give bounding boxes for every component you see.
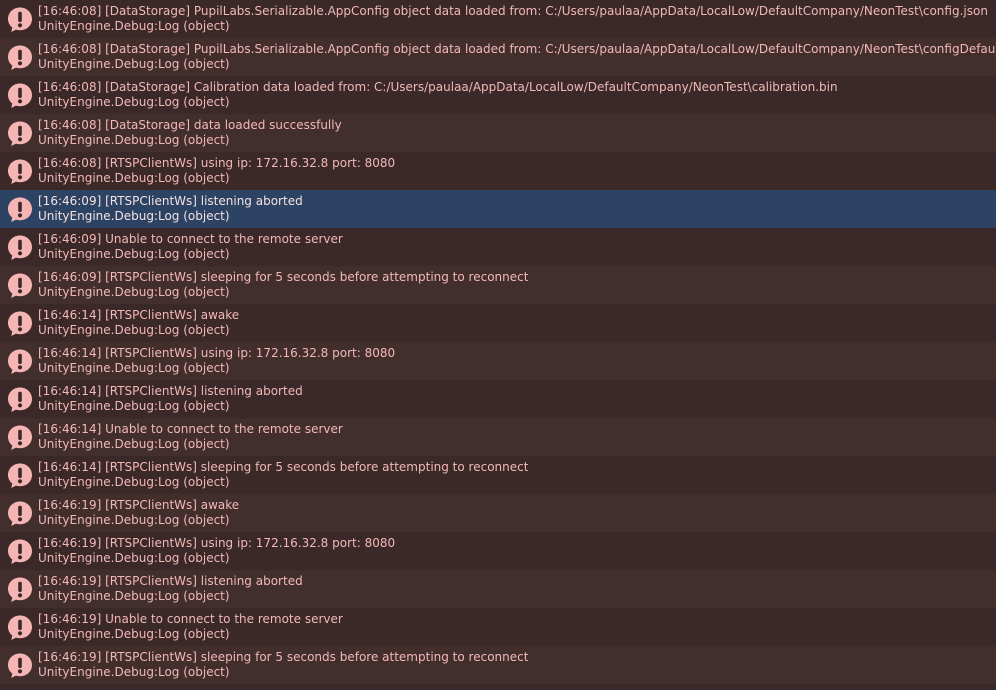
exclamation-icon xyxy=(6,613,34,641)
log-message: [16:46:14] Unable to connect to the remo… xyxy=(38,422,343,436)
console-log-list: [16:46:08] [DataStorage] PupilLabs.Seria… xyxy=(0,0,996,690)
log-entry-text: [16:46:09] [RTSPClientWs] listening abor… xyxy=(38,194,303,224)
log-source: UnityEngine.Debug:Log (object) xyxy=(38,665,230,679)
log-entry[interactable]: [16:46:19] [RTSPClientWs] listening abor… xyxy=(0,570,996,608)
exclamation-icon xyxy=(6,43,34,71)
log-entry[interactable]: [16:46:08] [DataStorage] PupilLabs.Seria… xyxy=(0,38,996,76)
log-message: [16:46:08] [DataStorage] Calibration dat… xyxy=(38,80,838,94)
log-source: UnityEngine.Debug:Log (object) xyxy=(38,285,230,299)
log-message: [16:46:14] [RTSPClientWs] awake xyxy=(38,308,240,322)
log-entry-text: [16:46:14] [RTSPClientWs] using ip: 172.… xyxy=(38,346,395,376)
log-source: UnityEngine.Debug:Log (object) xyxy=(38,513,230,527)
exclamation-icon xyxy=(6,233,34,261)
exclamation-icon xyxy=(6,5,34,33)
exclamation-icon xyxy=(6,195,34,223)
log-message: [16:46:08] [DataStorage] data loaded suc… xyxy=(38,118,342,132)
log-entry[interactable]: [16:46:14] [RTSPClientWs] using ip: 172.… xyxy=(0,342,996,380)
log-message: [16:46:08] [DataStorage] PupilLabs.Seria… xyxy=(38,42,996,56)
log-source: UnityEngine.Debug:Log (object) xyxy=(38,627,230,641)
log-message: [16:46:19] Unable to connect to the remo… xyxy=(38,612,343,626)
log-entry[interactable]: [16:46:14] [RTSPClientWs] awake UnityEng… xyxy=(0,304,996,342)
log-entry[interactable]: [16:46:08] [RTSPClientWs] using ip: 172.… xyxy=(0,152,996,190)
log-entry[interactable]: [16:46:08] [DataStorage] Calibration dat… xyxy=(0,76,996,114)
log-entry[interactable]: [16:46:08] [DataStorage] PupilLabs.Seria… xyxy=(0,0,996,38)
log-message: [16:46:09] [RTSPClientWs] sleeping for 5… xyxy=(38,270,529,284)
log-message: [16:46:08] [DataStorage] PupilLabs.Seria… xyxy=(38,4,988,18)
log-message: [16:46:14] [RTSPClientWs] using ip: 172.… xyxy=(38,346,396,360)
log-entry[interactable]: [16:46:08] [DataStorage] data loaded suc… xyxy=(0,114,996,152)
log-source: UnityEngine.Debug:Log (object) xyxy=(38,475,230,489)
log-entry-text: [16:46:19] Unable to connect to the remo… xyxy=(38,612,343,642)
log-source: UnityEngine.Debug:Log (object) xyxy=(38,247,230,261)
log-entry[interactable]: [16:46:09] [RTSPClientWs] sleeping for 5… xyxy=(0,266,996,304)
exclamation-icon xyxy=(6,423,34,451)
log-entry-text: [16:46:08] [DataStorage] Calibration dat… xyxy=(38,80,838,110)
log-entry-text: [16:46:19] [RTSPClientWs] sleeping for 5… xyxy=(38,650,528,680)
log-source: UnityEngine.Debug:Log (object) xyxy=(38,133,230,147)
log-entry[interactable]: [16:46:14] [RTSPClientWs] listening abor… xyxy=(0,380,996,418)
log-source: UnityEngine.Debug:Log (object) xyxy=(38,399,230,413)
log-entry-text: [16:46:19] [RTSPClientWs] awake UnityEng… xyxy=(38,498,239,528)
exclamation-icon xyxy=(6,537,34,565)
log-entry-text: [16:46:08] [DataStorage] PupilLabs.Seria… xyxy=(38,4,988,34)
log-message: [16:46:14] [RTSPClientWs] listening abor… xyxy=(38,384,303,398)
log-entry-text: [16:46:14] [RTSPClientWs] sleeping for 5… xyxy=(38,460,528,490)
exclamation-icon xyxy=(6,271,34,299)
log-source: UnityEngine.Debug:Log (object) xyxy=(38,361,230,375)
log-message: [16:46:19] [RTSPClientWs] using ip: 172.… xyxy=(38,536,396,550)
log-entry[interactable]: [16:46:19] Unable to connect to the remo… xyxy=(0,608,996,646)
log-source: UnityEngine.Debug:Log (object) xyxy=(38,589,230,603)
exclamation-icon xyxy=(6,651,34,679)
log-source: UnityEngine.Debug:Log (object) xyxy=(38,95,230,109)
log-message: [16:46:19] [RTSPClientWs] awake xyxy=(38,498,240,512)
exclamation-icon xyxy=(6,499,34,527)
log-entry-text: [16:46:09] [RTSPClientWs] sleeping for 5… xyxy=(38,270,528,300)
exclamation-icon xyxy=(6,461,34,489)
exclamation-icon xyxy=(6,309,34,337)
log-message: [16:46:09] Unable to connect to the remo… xyxy=(38,232,343,246)
log-entry-text: [16:46:14] [RTSPClientWs] awake UnityEng… xyxy=(38,308,239,338)
log-source: UnityEngine.Debug:Log (object) xyxy=(38,323,230,337)
log-entry-text: [16:46:14] Unable to connect to the remo… xyxy=(38,422,343,452)
exclamation-icon xyxy=(6,81,34,109)
log-message: [16:46:19] [RTSPClientWs] sleeping for 5… xyxy=(38,650,529,664)
log-message: [16:46:09] [RTSPClientWs] listening abor… xyxy=(38,194,303,208)
log-entry-text: [16:46:09] Unable to connect to the remo… xyxy=(38,232,343,262)
exclamation-icon xyxy=(6,575,34,603)
log-entry[interactable]: [16:46:19] [RTSPClientWs] using ip: 172.… xyxy=(0,532,996,570)
log-entry[interactable]: [16:46:14] [RTSPClientWs] sleeping for 5… xyxy=(0,456,996,494)
log-source: UnityEngine.Debug:Log (object) xyxy=(38,19,230,33)
log-entry[interactable]: [16:46:09] Unable to connect to the remo… xyxy=(0,228,996,266)
log-entry-text: [16:46:19] [RTSPClientWs] listening abor… xyxy=(38,574,303,604)
log-message: [16:46:19] [RTSPClientWs] listening abor… xyxy=(38,574,303,588)
log-source: UnityEngine.Debug:Log (object) xyxy=(38,57,230,71)
exclamation-icon xyxy=(6,385,34,413)
log-entry[interactable]: [16:46:14] Unable to connect to the remo… xyxy=(0,418,996,456)
log-source: UnityEngine.Debug:Log (object) xyxy=(38,209,230,223)
exclamation-icon xyxy=(6,119,34,147)
log-entry[interactable]: [16:46:19] [RTSPClientWs] awake UnityEng… xyxy=(0,494,996,532)
log-message: [16:46:14] [RTSPClientWs] sleeping for 5… xyxy=(38,460,529,474)
log-source: UnityEngine.Debug:Log (object) xyxy=(38,171,230,185)
log-entry-text: [16:46:08] [DataStorage] PupilLabs.Seria… xyxy=(38,42,996,72)
exclamation-icon xyxy=(6,157,34,185)
log-entry-text: [16:46:08] [RTSPClientWs] using ip: 172.… xyxy=(38,156,395,186)
log-message: [16:46:08] [RTSPClientWs] using ip: 172.… xyxy=(38,156,396,170)
log-source: UnityEngine.Debug:Log (object) xyxy=(38,437,230,451)
log-entry-text: [16:46:14] [RTSPClientWs] listening abor… xyxy=(38,384,303,414)
log-entry-text: [16:46:19] [RTSPClientWs] using ip: 172.… xyxy=(38,536,395,566)
log-entry-selected[interactable]: [16:46:09] [RTSPClientWs] listening abor… xyxy=(0,190,996,228)
exclamation-icon xyxy=(6,347,34,375)
log-source: UnityEngine.Debug:Log (object) xyxy=(38,551,230,565)
log-entry[interactable]: [16:46:19] [RTSPClientWs] sleeping for 5… xyxy=(0,646,996,684)
log-entry-text: [16:46:08] [DataStorage] data loaded suc… xyxy=(38,118,342,148)
